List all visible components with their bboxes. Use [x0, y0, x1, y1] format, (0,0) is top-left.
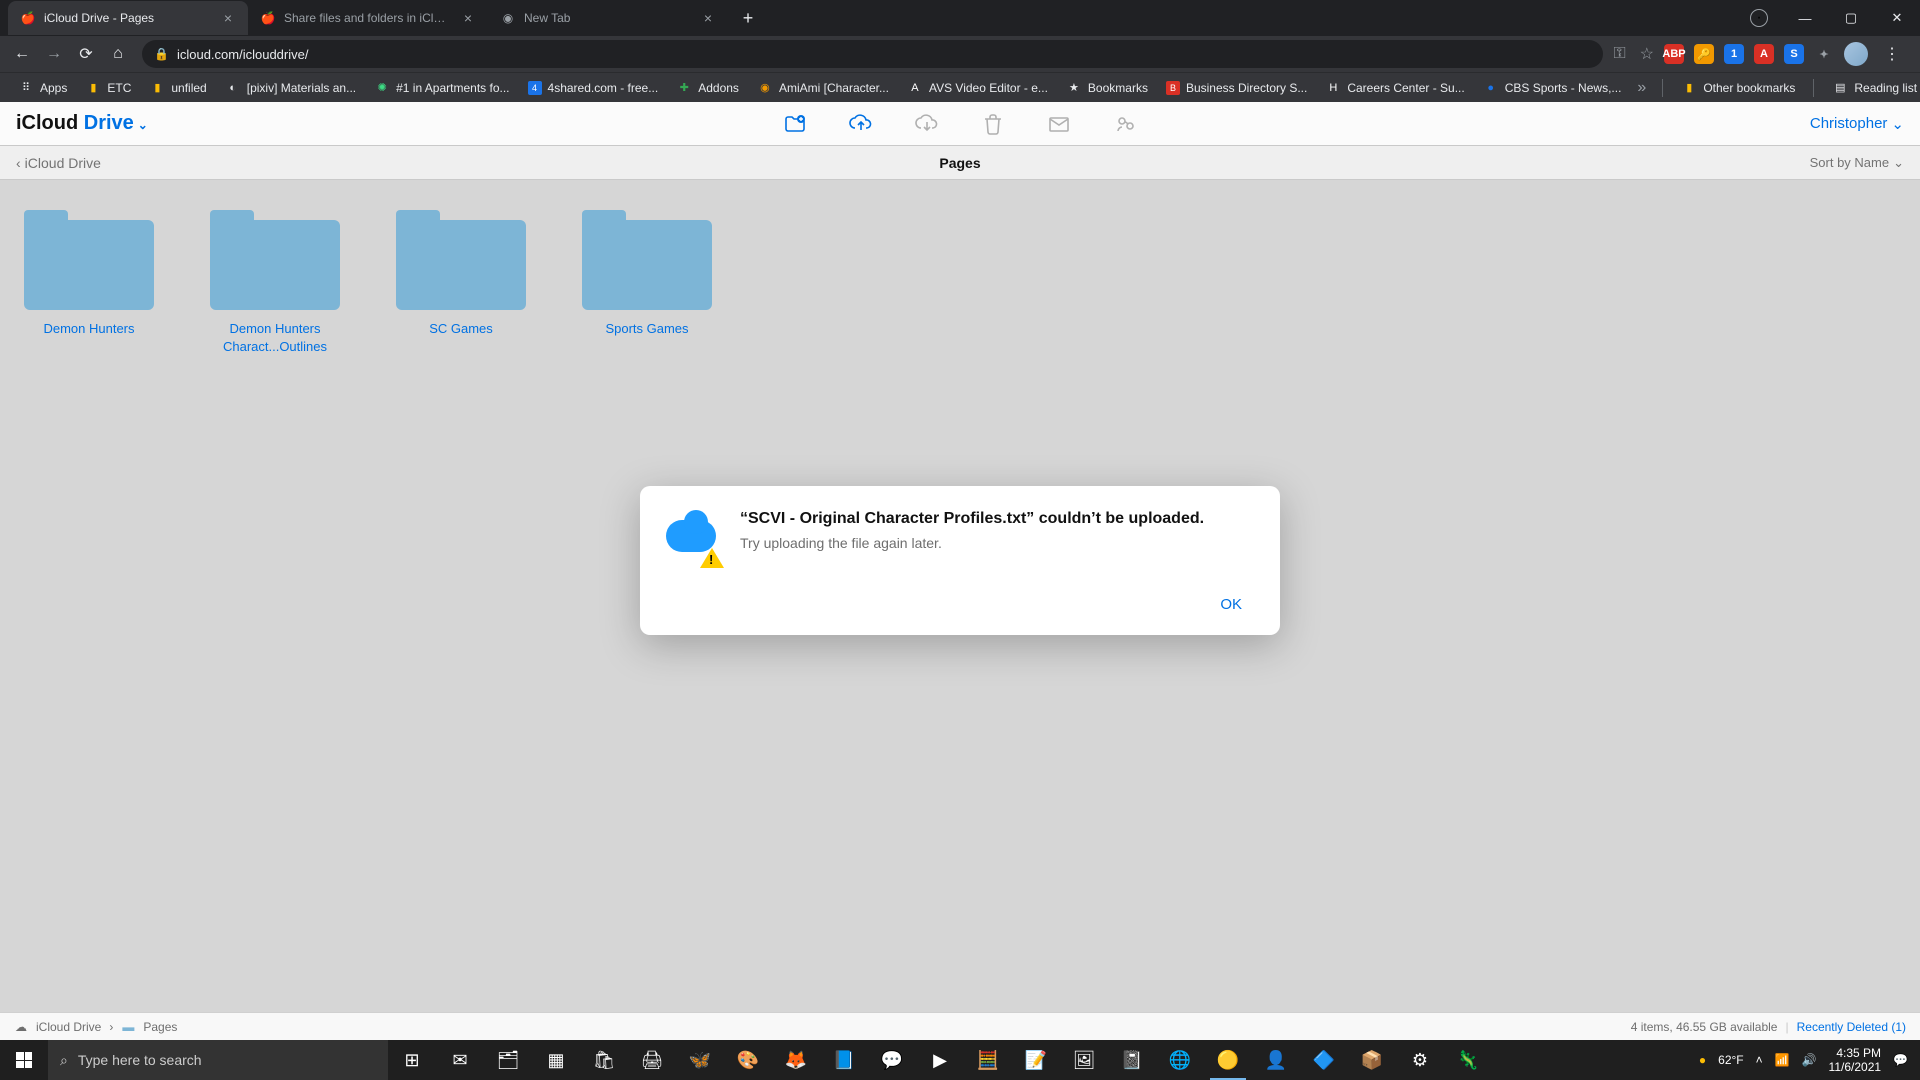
weather-text[interactable]: 62°F	[1718, 1053, 1743, 1067]
new-tab-button[interactable]: +	[734, 4, 762, 32]
app-icon[interactable]: 🖼	[1060, 1040, 1108, 1080]
task-view-button[interactable]: ⊞	[388, 1040, 436, 1080]
minimize-button[interactable]: —	[1782, 0, 1828, 36]
profile-avatar[interactable]	[1844, 42, 1868, 66]
app-icon[interactable]: 📦	[1348, 1040, 1396, 1080]
modal-overlay: “SCVI - Original Character Profiles.txt”…	[0, 80, 1920, 1040]
firefox-app-icon[interactable]: 🦊	[772, 1040, 820, 1080]
tab-title: New Tab	[524, 11, 692, 25]
apple-favicon: 🍎	[260, 10, 276, 26]
dialog-subtitle: Try uploading the file again later.	[740, 535, 1256, 551]
app-icon[interactable]: 🔷	[1300, 1040, 1348, 1080]
volume-icon[interactable]: 🔊	[1802, 1053, 1817, 1067]
app-icon[interactable]: 📓	[1108, 1040, 1156, 1080]
forward-button[interactable]: →	[40, 40, 68, 68]
cloud-warning-icon	[664, 508, 722, 566]
maximize-button[interactable]: ▢	[1828, 0, 1874, 36]
taskbar-apps: ⊞ ✉ 🗂 ▦ 🛍 🖨 🦋 🎨 🦊 📘 💬 ▶ 🧮 📝 🖼 📓 🌐 🟡 👤 🔷 …	[388, 1040, 1492, 1080]
apple-favicon: 🍎	[20, 10, 36, 26]
tab-close-icon[interactable]: ×	[220, 10, 236, 26]
chrome-favicon: ◉	[500, 10, 516, 26]
chrome-app-icon[interactable]: 🟡	[1204, 1040, 1252, 1080]
home-button[interactable]: ⌂	[104, 40, 132, 68]
system-tray: ● 62°F ˄ 📶 🔊 4:35 PM 11/6/2021 💬	[1687, 1046, 1920, 1075]
mail-app-icon[interactable]: ✉	[436, 1040, 484, 1080]
extensions: ABP 🔑 1 A S ✦ ⋮	[1664, 40, 1912, 68]
page-content: iCloud Drive⌄ Christopher ⌄ ‹ iCloud Dri…	[0, 102, 1920, 1040]
explorer-app-icon[interactable]: 🗂	[484, 1040, 532, 1080]
taskbar-clock[interactable]: 4:35 PM 11/6/2021	[1829, 1046, 1882, 1075]
ext-icon[interactable]: A	[1754, 44, 1774, 64]
tab-title: Share files and folders in iCloud D	[284, 11, 452, 25]
ext-icon[interactable]: 1	[1724, 44, 1744, 64]
url-text: icloud.com/iclouddrive/	[177, 47, 1592, 62]
store-app-icon[interactable]: 🛍	[580, 1040, 628, 1080]
reload-button[interactable]: ⟳	[72, 40, 100, 68]
paint-app-icon[interactable]: 🎨	[724, 1040, 772, 1080]
dialog-title: “SCVI - Original Character Profiles.txt”…	[740, 508, 1256, 530]
windows-taskbar: ⌕ Type here to search ⊞ ✉ 🗂 ▦ 🛍 🖨 🦋 🎨 🦊 …	[0, 1040, 1920, 1080]
notifications-icon[interactable]: 💬	[1893, 1053, 1908, 1067]
discord-app-icon[interactable]: 💬	[868, 1040, 916, 1080]
error-dialog: “SCVI - Original Character Profiles.txt”…	[640, 486, 1280, 635]
chrome-menu-button[interactable]: ⋮	[1878, 40, 1906, 68]
toolbar: ← → ⟳ ⌂ 🔒 icloud.com/iclouddrive/ ⚿ ☆ AB…	[0, 36, 1920, 72]
close-window-button[interactable]: ✕	[1874, 0, 1920, 36]
tab-close-icon[interactable]: ×	[460, 10, 476, 26]
lock-icon: 🔒	[154, 47, 169, 61]
tab-title: iCloud Drive - Pages	[44, 11, 212, 25]
address-bar[interactable]: 🔒 icloud.com/iclouddrive/	[142, 40, 1603, 68]
back-button[interactable]: ←	[8, 40, 36, 68]
app-icon[interactable]: 👤	[1252, 1040, 1300, 1080]
browser-tab-active[interactable]: 🍎 iCloud Drive - Pages ×	[8, 1, 248, 35]
app-icon[interactable]: 🖨	[628, 1040, 676, 1080]
ext-icon[interactable]: S	[1784, 44, 1804, 64]
omnibox-actions: ⚿ ☆	[1613, 44, 1654, 64]
calculator-app-icon[interactable]: 🧮	[964, 1040, 1012, 1080]
tray-chevron-icon[interactable]: ˄	[1756, 1053, 1763, 1067]
app-icon[interactable]: 🦋	[676, 1040, 724, 1080]
account-indicator-icon[interactable]: ·	[1750, 9, 1768, 27]
start-button[interactable]	[0, 1040, 48, 1080]
taskbar-search[interactable]: ⌕ Type here to search	[48, 1040, 388, 1080]
word-app-icon[interactable]: 📝	[1012, 1040, 1060, 1080]
tab-strip: 🍎 iCloud Drive - Pages × 🍎 Share files a…	[0, 0, 1920, 36]
steam-app-icon[interactable]: ⚙	[1396, 1040, 1444, 1080]
app-icon[interactable]: ▦	[532, 1040, 580, 1080]
clock-date: 11/6/2021	[1829, 1060, 1882, 1074]
window-controls: · — ▢ ✕	[1750, 0, 1920, 36]
edge-app-icon[interactable]: 🌐	[1156, 1040, 1204, 1080]
ok-button[interactable]: OK	[1206, 590, 1256, 619]
app-icon[interactable]: ▶	[916, 1040, 964, 1080]
extensions-menu-icon[interactable]: ✦	[1814, 44, 1834, 64]
browser-tab[interactable]: 🍎 Share files and folders in iCloud D ×	[248, 1, 488, 35]
star-icon[interactable]: ☆	[1640, 44, 1654, 64]
wifi-icon[interactable]: 📶	[1775, 1053, 1790, 1067]
key-icon[interactable]: ⚿	[1613, 45, 1625, 63]
search-icon: ⌕	[60, 1052, 68, 1069]
abp-extension-icon[interactable]: ABP	[1664, 44, 1684, 64]
ext-icon[interactable]: 🔑	[1694, 44, 1714, 64]
weather-icon[interactable]: ●	[1699, 1053, 1706, 1067]
search-placeholder: Type here to search	[78, 1052, 202, 1068]
browser-tab[interactable]: ◉ New Tab ×	[488, 1, 728, 35]
tab-close-icon[interactable]: ×	[700, 10, 716, 26]
app-icon[interactable]: 📘	[820, 1040, 868, 1080]
clock-time: 4:35 PM	[1829, 1046, 1882, 1060]
app-icon[interactable]: 🦎	[1444, 1040, 1492, 1080]
